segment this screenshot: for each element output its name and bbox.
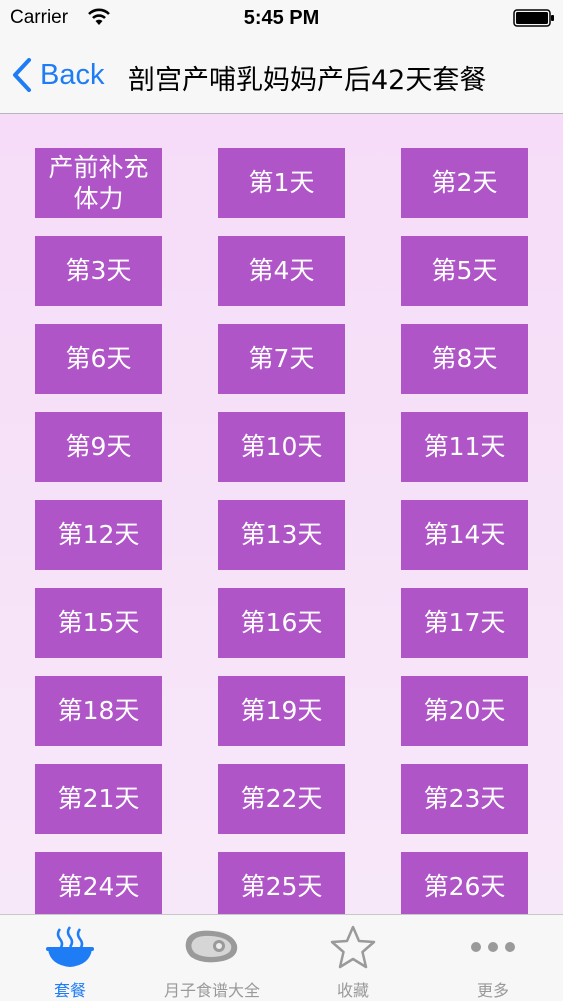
day-tile[interactable]: 第11天: [401, 412, 528, 482]
day-tile[interactable]: 第10天: [218, 412, 345, 482]
day-tile[interactable]: 第8天: [401, 324, 528, 394]
day-tile[interactable]: 第9天: [35, 412, 162, 482]
day-tile[interactable]: 第4天: [218, 236, 345, 306]
day-tile[interactable]: 第25天: [218, 852, 345, 914]
day-tile[interactable]: 第2天: [401, 148, 528, 218]
star-icon: [283, 925, 423, 969]
meat-icon: [142, 925, 282, 969]
day-tile[interactable]: 第21天: [35, 764, 162, 834]
day-tile[interactable]: 第13天: [218, 500, 345, 570]
day-tile[interactable]: 第23天: [401, 764, 528, 834]
day-tile[interactable]: 第1天: [218, 148, 345, 218]
tab-more[interactable]: 更多: [423, 915, 563, 1001]
more-icon: [423, 925, 563, 969]
day-tile[interactable]: 第16天: [218, 588, 345, 658]
tab-label: 套餐: [53, 981, 86, 1000]
battery-icon: [513, 9, 554, 27]
day-tile[interactable]: 第5天: [401, 236, 528, 306]
bowl-icon: [0, 925, 140, 969]
back-button[interactable]: Back: [12, 54, 104, 96]
page-title: 剖宫产哺乳妈妈产后42天套餐: [128, 65, 487, 96]
tab-set-meals[interactable]: 套餐: [0, 915, 140, 1001]
day-tile[interactable]: 第14天: [401, 500, 528, 570]
day-tile[interactable]: 产前补充体力: [35, 148, 162, 218]
day-grid: 产前补充体力 第1天 第2天第3天 第4天 第5天第6天 第7天 第8天第9天 第10天 第11…: [0, 114, 563, 914]
tab-label: 月子食谱大全: [163, 981, 260, 1000]
status-bar: Carrier 5:45 PM: [0, 0, 563, 38]
tab-bar: 套餐 月子食谱大全 收藏 更多: [0, 914, 563, 1001]
day-tile[interactable]: 第3天: [35, 236, 162, 306]
status-time: 5:45 PM: [243, 7, 320, 29]
day-tile[interactable]: 第7天: [218, 324, 345, 394]
tab-favorites[interactable]: 收藏: [283, 915, 423, 1001]
day-tile[interactable]: 第12天: [35, 500, 162, 570]
day-tile[interactable]: 第26天: [401, 852, 528, 914]
day-tile[interactable]: 第18天: [35, 676, 162, 746]
day-tile[interactable]: 第15天: [35, 588, 162, 658]
tab-recipes[interactable]: 月子食谱大全: [142, 915, 282, 1001]
day-tile[interactable]: 第6天: [35, 324, 162, 394]
tab-label: 收藏: [336, 981, 369, 1000]
chevron-left-icon: [13, 58, 31, 92]
day-tile[interactable]: 第22天: [218, 764, 345, 834]
navigation-bar: Back 剖宫产哺乳妈妈产后42天套餐: [0, 38, 563, 114]
day-tile[interactable]: 第24天: [35, 852, 162, 914]
day-tile[interactable]: 第19天: [218, 676, 345, 746]
day-tile[interactable]: 第17天: [401, 588, 528, 658]
back-label: Back: [40, 58, 105, 91]
tab-label: 更多: [476, 981, 509, 1000]
day-tile[interactable]: 第20天: [401, 676, 528, 746]
